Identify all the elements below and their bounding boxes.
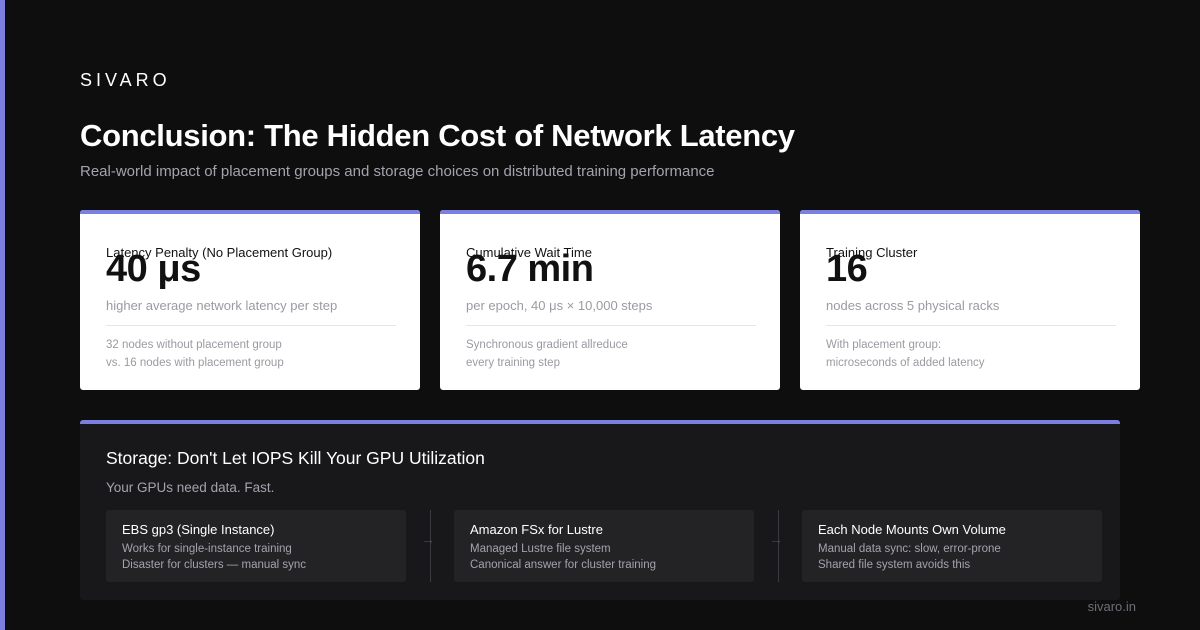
storage-lead: Your GPUs need data. Fast. (106, 480, 275, 495)
card-divider (826, 325, 1116, 326)
metric-card-cumulative-wait: Cumulative Wait Time 6.7 min per epoch, … (440, 210, 780, 390)
metric-note: 32 nodes without placement group vs. 16 … (106, 336, 284, 372)
metric-note-line: microseconds of added latency (826, 357, 985, 369)
storage-option-title: Each Node Mounts Own Volume (818, 522, 1006, 537)
metric-note-line: every training step (466, 357, 560, 369)
card-accent-bar (80, 210, 420, 214)
footer-website-link[interactable]: sivaro.in (1088, 599, 1136, 614)
metric-note-line: 32 nodes without placement group (106, 339, 282, 351)
page-title: Conclusion: The Hidden Cost of Network L… (80, 118, 795, 153)
card-accent-bar (800, 210, 1140, 214)
card-divider (466, 325, 756, 326)
storage-option-line: Manual data sync: slow, error-prone (818, 543, 1001, 555)
left-accent-bar (0, 0, 5, 630)
storage-option-line: Disaster for clusters — manual sync (122, 559, 307, 571)
metric-cards: Latency Penalty (No Placement Group) 40 … (80, 210, 1140, 390)
metric-note-line: vs. 16 nodes with placement group (106, 357, 284, 369)
metric-value: 6.7 min (466, 248, 594, 290)
metric-value: 40 μs (106, 248, 201, 290)
metric-note-line: With placement group: (826, 339, 942, 351)
card-divider (106, 325, 396, 326)
card-accent-bar (440, 210, 780, 214)
storage-option-line: Canonical answer for cluster training (470, 559, 657, 571)
panel-accent-bar (80, 420, 1120, 424)
storage-option-line: Works for single-instance training (122, 543, 292, 555)
storage-option-ebs: EBS gp3 (Single Instance) Works for sing… (106, 510, 406, 582)
metric-description: higher average network latency per step (106, 298, 338, 313)
storage-panel: Storage: Don't Let IOPS Kill Your GPU Ut… (80, 420, 1120, 600)
storage-option-title: Amazon FSx for Lustre (470, 522, 603, 537)
metric-value: 16 (826, 248, 868, 290)
metric-description: nodes across 5 physical racks (826, 298, 1000, 313)
metric-note: Synchronous gradient allreduce every tra… (466, 336, 628, 372)
metric-note: With placement group: microseconds of ad… (826, 336, 985, 372)
metric-note-line: Synchronous gradient allreduce (466, 339, 628, 351)
storage-heading: Storage: Don't Let IOPS Kill Your GPU Ut… (106, 448, 485, 468)
storage-option-fsx-lustre: Amazon FSx for Lustre Managed Lustre fil… (454, 510, 754, 582)
metric-description: per epoch, 40 μs × 10,000 steps (466, 298, 653, 313)
storage-option-title: EBS gp3 (Single Instance) (122, 522, 275, 537)
metric-card-latency-penalty: Latency Penalty (No Placement Group) 40 … (80, 210, 420, 390)
metric-card-training-cluster: Training Cluster 16 nodes across 5 physi… (800, 210, 1140, 390)
arrow-right-icon: → (769, 531, 783, 547)
slide: SIVARO Conclusion: The Hidden Cost of Ne… (0, 0, 1200, 630)
brand-logo-text: SIVARO (80, 70, 171, 90)
storage-option-per-node-volume: Each Node Mounts Own Volume Manual data … (802, 510, 1102, 582)
storage-option-line: Managed Lustre file system (470, 543, 611, 555)
storage-option-line: Shared file system avoids this (818, 559, 971, 571)
page-subtitle: Real-world impact of placement groups an… (80, 163, 715, 180)
arrow-right-icon: → (421, 531, 435, 547)
